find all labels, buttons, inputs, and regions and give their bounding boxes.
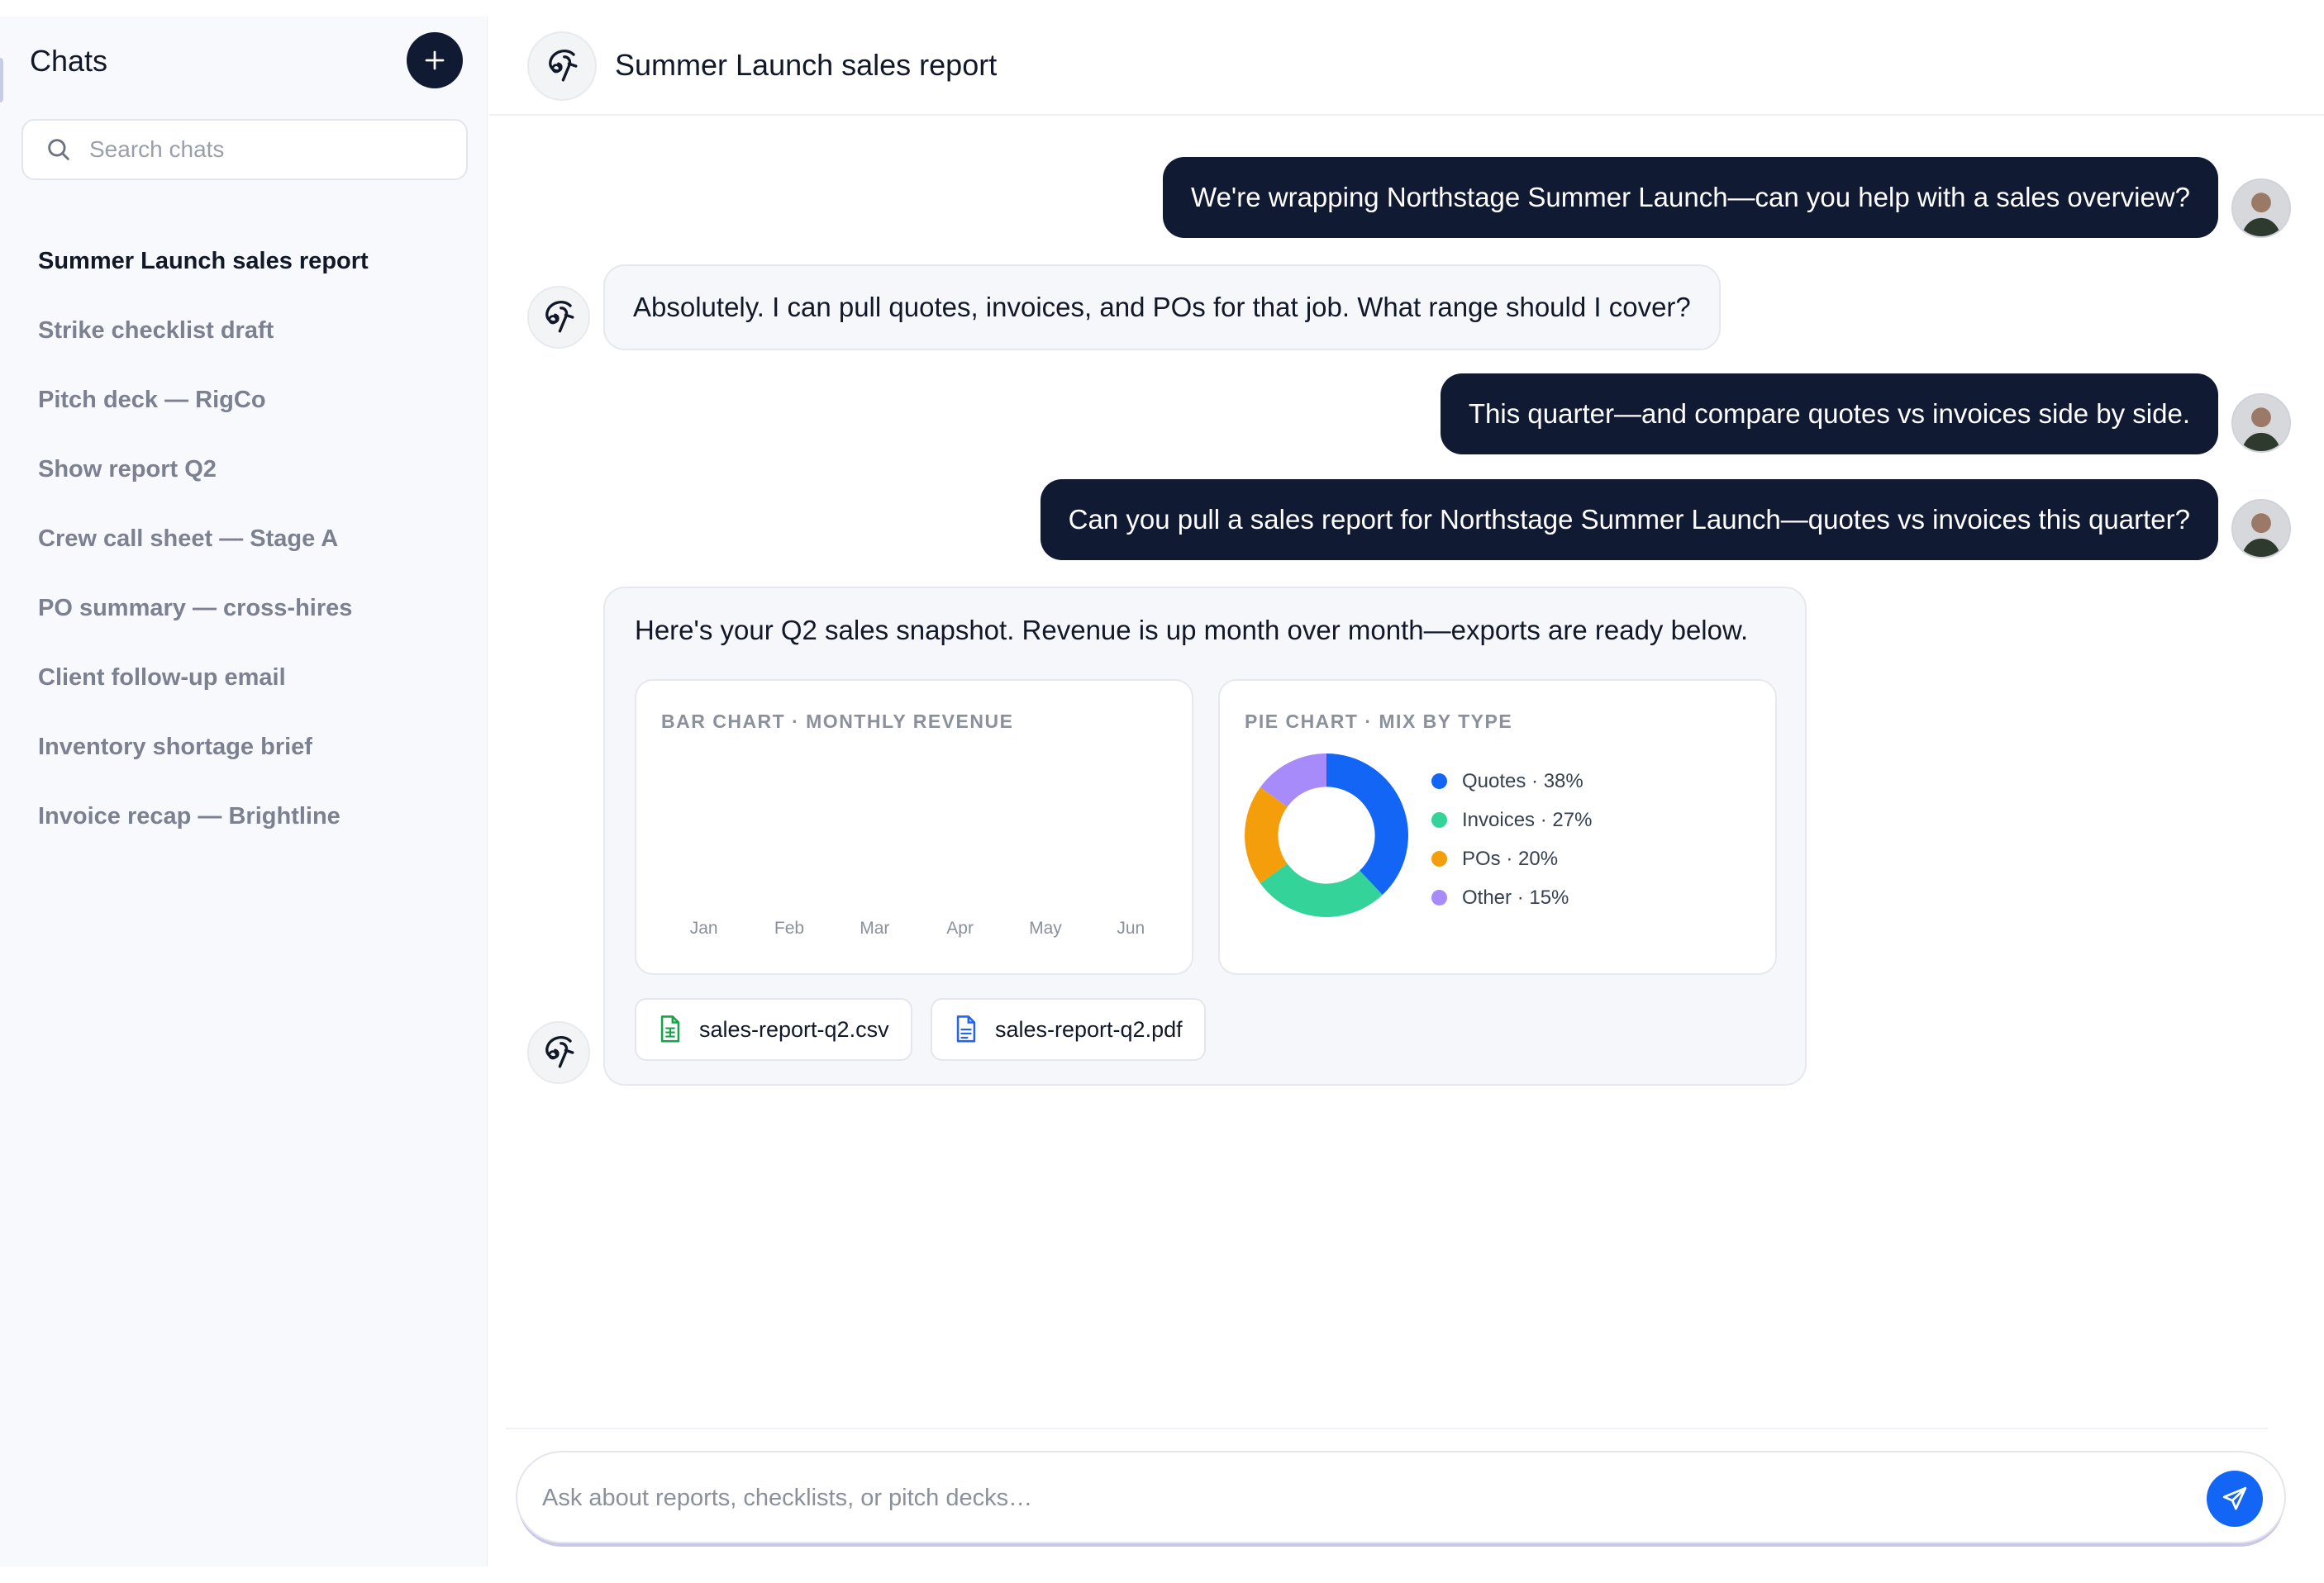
legend-item: POs · 20% [1431, 839, 1592, 878]
csv-download-button[interactable]: sales-report-q2.csv [635, 998, 912, 1061]
bar-chart-x-axis: Jan Feb Mar Apr May Jun [661, 919, 1174, 939]
assistant-logo-icon [545, 300, 574, 333]
composer-divider [506, 1428, 2268, 1429]
assistant-logo-icon [549, 49, 578, 82]
pie-chart-card: PIE CHART · MIX BY TYPE Quotes · 38% Inv… [1218, 679, 1777, 975]
donut-chart [1245, 753, 1408, 917]
legend-item: Other · 15% [1431, 878, 1592, 917]
legend-swatch [1431, 773, 1447, 789]
legend-item: Invoices · 27% [1431, 801, 1592, 839]
sidebar-item-client-followup[interactable]: Client follow-up email [38, 661, 369, 730]
search-box [21, 119, 468, 180]
search-input[interactable] [89, 136, 436, 163]
assistant-avatar [527, 31, 597, 101]
sidebar-item-show-report[interactable]: Show report Q2 [38, 453, 369, 522]
sidebar-item-strike-checklist[interactable]: Strike checklist draft [38, 314, 369, 383]
legend-item: Quotes · 38% [1431, 762, 1592, 801]
sidebar-accent [0, 58, 3, 102]
user-message: We're wrapping Northstage Summer Launch—… [1163, 157, 2218, 238]
pie-slice-0 [1326, 753, 1408, 896]
legend-swatch [1431, 890, 1447, 906]
chat-header: Summer Launch sales report [489, 17, 2324, 116]
sidebar-item-invoice-recap[interactable]: Invoice recap — Brightline [38, 800, 369, 869]
sidebar-item-pitch-deck[interactable]: Pitch deck — RigCo [38, 383, 369, 453]
composer [516, 1451, 2286, 1543]
new-chat-button[interactable] [407, 32, 463, 88]
spreadsheet-file-icon [660, 1015, 680, 1043]
legend-label: Invoices · 27% [1462, 808, 1593, 831]
bar-chart [661, 763, 1169, 920]
message-input[interactable] [542, 1477, 2112, 1519]
chat-list: Summer Launch sales report Strike checkl… [38, 245, 369, 869]
assistant-message-text: Here's your Q2 sales snapshot. Revenue i… [635, 615, 1749, 645]
bar-chart-title: BAR CHART · MONTHLY REVENUE [661, 711, 1014, 732]
sidebar-item-po-summary[interactable]: PO summary — cross-hires [38, 592, 369, 661]
user-avatar [2231, 178, 2291, 238]
sidebar-item-crew-call-sheet[interactable]: Crew call sheet — Stage A [38, 522, 369, 592]
page-title: Summer Launch sales report [615, 48, 998, 82]
pie-chart-title: PIE CHART · MIX BY TYPE [1245, 711, 1513, 732]
assistant-avatar [527, 1021, 590, 1084]
assistant-avatar [527, 286, 590, 349]
x-tick-label: Apr [946, 919, 974, 938]
plus-icon [425, 50, 445, 70]
user-avatar [2231, 499, 2291, 559]
legend-label: Quotes · 38% [1462, 769, 1583, 792]
chat-sidebar: Chats Summer Launch sales report Strike … [0, 17, 488, 1566]
legend-label: POs · 20% [1462, 847, 1559, 870]
user-message: Can you pull a sales report for Northsta… [1040, 479, 2218, 560]
assistant-report-message: Here's your Q2 sales snapshot. Revenue i… [603, 587, 1807, 1086]
x-tick-label: Feb [774, 919, 805, 938]
document-file-icon [956, 1015, 976, 1043]
bar-chart-card: BAR CHART · MONTHLY REVENUE Jan Feb Mar … [635, 679, 1193, 975]
assistant-logo-icon [545, 1035, 574, 1068]
assistant-message: Absolutely. I can pull quotes, invoices,… [603, 264, 1721, 350]
legend-swatch [1431, 812, 1447, 828]
sidebar-title: Chats [30, 44, 108, 78]
pdf-download-button[interactable]: sales-report-q2.pdf [931, 998, 1206, 1061]
user-message: This quarter—and compare quotes vs invoi… [1440, 373, 2218, 454]
attachment-name: sales-report-q2.csv [699, 1016, 889, 1042]
send-icon [2222, 1486, 2247, 1510]
search-icon [48, 139, 69, 160]
pie-legend: Quotes · 38% Invoices · 27% POs · 20% Ot… [1431, 762, 1592, 917]
x-tick-label: Mar [860, 919, 890, 938]
legend-label: Other · 15% [1462, 886, 1569, 909]
x-tick-label: Jan [689, 919, 718, 938]
sidebar-item-inventory-brief[interactable]: Inventory shortage brief [38, 730, 369, 800]
x-tick-label: May [1029, 919, 1062, 938]
sidebar-item-summer-launch[interactable]: Summer Launch sales report [38, 245, 369, 314]
send-button[interactable] [2207, 1471, 2263, 1527]
x-tick-label: Jun [1117, 919, 1145, 938]
legend-swatch [1431, 851, 1447, 867]
user-avatar [2231, 393, 2291, 453]
attachment-name: sales-report-q2.pdf [995, 1016, 1183, 1042]
